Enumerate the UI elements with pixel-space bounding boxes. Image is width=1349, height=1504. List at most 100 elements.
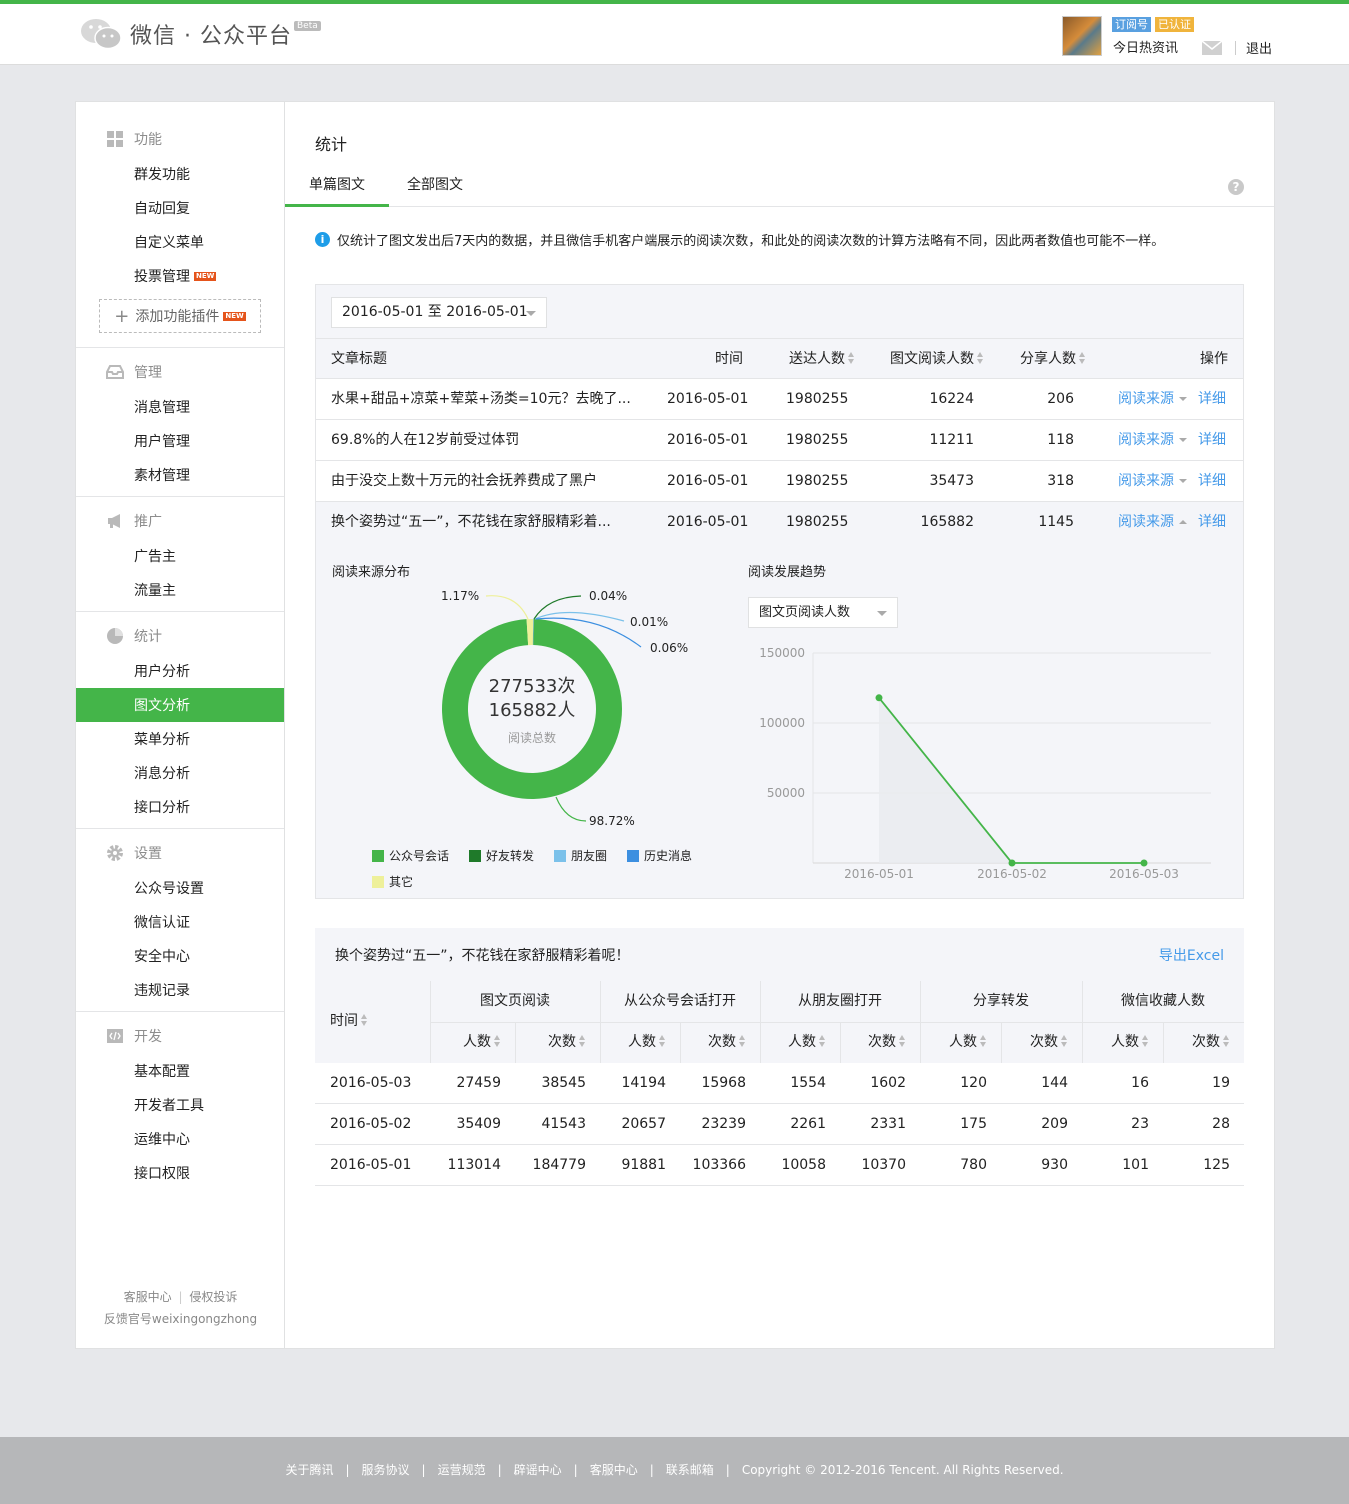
sidebar-item-vote[interactable]: 投票管理 NEW [76,259,284,293]
section-label: 开发 [134,1029,162,1045]
top-bar: 微信 · 公众平台 Beta 订阅号 已认证 今日热资讯 退出 [0,0,1349,65]
sort-icon [579,1035,586,1047]
sidebar-item-violations[interactable]: 违规记录 [76,973,284,1007]
data-point[interactable] [1140,859,1148,867]
delivered-count: 1980255 [786,473,849,489]
sidebar-item-mass-send[interactable]: 群发功能 [76,157,284,191]
header-label: 图文阅读人数 [890,351,974,367]
sidebar-section-title: 推广 [76,503,284,539]
legend-label: 好友转发 [486,849,535,863]
date-range-picker[interactable]: 2016-05-01 至 2016-05-01 [331,297,547,328]
sidebar-item-account-settings[interactable]: 公众号设置 [76,871,284,905]
sidebar-item-dev-tools[interactable]: 开发者工具 [76,1088,284,1122]
header-time[interactable]: 时间 [330,1001,368,1042]
sidebar-item-publisher[interactable]: 流量主 [76,573,284,607]
table-row: 69.8%的人在12岁前受过体罚 2016-05-01 1980255 11211 11… [316,419,1243,460]
legend-item: 好友转发 [469,847,534,864]
table-row: 2016-05-03 27459 38545 14194 15968 1554 1602 12… [315,1063,1244,1104]
sidebar-item-api-analysis[interactable]: 接口分析 [76,790,284,824]
sidebar-item-messages[interactable]: 消息管理 [76,390,284,424]
account-name[interactable]: 今日热资讯 [1113,37,1178,56]
sidebar-item-materials[interactable]: 素材管理 [76,458,284,492]
article-title: 由于没交上数十万元的社会抚养费成了黑户 [331,473,597,489]
table-cell: 120 [960,1075,987,1091]
tab-all-articles[interactable]: 全部图文 [389,166,481,207]
sort-icon [659,1035,666,1047]
footer-link[interactable]: 辟谣中心 [514,1463,562,1477]
sidebar-item-verification[interactable]: 微信认证 [76,905,284,939]
sub-header[interactable]: 次数 [1001,1022,1068,1063]
sub-header[interactable]: 人数 [430,1022,501,1063]
tab-single-article[interactable]: 单篇图文 [285,166,389,207]
complaint-link[interactable]: 侵权投诉 [189,1290,237,1304]
legend-label: 其它 [389,875,414,889]
header-shares[interactable]: 分享人数 [1020,339,1086,379]
header-label: 人数 [1111,1034,1139,1050]
footer-link[interactable]: 服务协议 [362,1463,410,1477]
sub-header[interactable]: 人数 [1082,1022,1149,1063]
section-label: 设置 [134,846,162,862]
data-point[interactable] [1008,859,1016,867]
mail-icon[interactable] [1202,41,1222,55]
article-date: 2016-05-01 [667,473,749,489]
gear-icon [107,845,123,861]
chevron-down-icon [877,611,887,616]
read-source-link[interactable]: 阅读来源 [1118,461,1187,501]
sidebar-item-message-analysis[interactable]: 消息分析 [76,756,284,790]
sidebar-item-users[interactable]: 用户管理 [76,424,284,458]
detail-link[interactable]: 详细 [1198,420,1226,460]
sub-header[interactable]: 次数 [680,1022,746,1063]
sub-header[interactable]: 人数 [760,1022,826,1063]
header-readers[interactable]: 图文阅读人数 [890,339,984,379]
beta-tag: Beta [293,21,321,31]
read-source-link[interactable]: 阅读来源 [1118,379,1187,419]
read-source-link[interactable]: 阅读来源 [1118,502,1187,542]
sidebar-footer: 客服中心 | 侵权投诉 反馈官号weixingongzhong [76,1286,285,1330]
table-cell: 19 [1212,1075,1230,1091]
export-excel-link[interactable]: 导出Excel [1159,945,1224,965]
sub-header[interactable]: 人数 [920,1022,987,1063]
source-donut-chart: 98.72% 0.04%0.01% 0.06% 1.17% 277533次 165882人… [441,589,688,828]
account-type-badge: 订阅号 [1112,17,1151,32]
footer-link[interactable]: 关于腾讯 [285,1463,333,1477]
sidebar-item-security[interactable]: 安全中心 [76,939,284,973]
sidebar-item-article-analysis[interactable]: 图文分析 [76,688,284,722]
table-cell: 16 [1131,1075,1149,1091]
logo[interactable]: 微信 · 公众平台 Beta [80,14,321,54]
footer-link[interactable]: 客服中心 [590,1463,638,1477]
article-date: 2016-05-01 [667,391,749,407]
header-delivered[interactable]: 送达人数 [789,339,855,379]
sidebar-item-user-analysis[interactable]: 用户分析 [76,654,284,688]
data-point[interactable] [875,694,883,702]
chevron-up-icon [1179,520,1187,524]
code-icon [107,1029,123,1043]
footer-link[interactable]: 运营规范 [438,1463,486,1477]
sidebar-item-menu-analysis[interactable]: 菜单分析 [76,722,284,756]
table-cell: 2261 [790,1116,826,1132]
detail-link[interactable]: 详细 [1198,379,1226,419]
sidebar-item-api-permissions[interactable]: 接口权限 [76,1156,284,1190]
main-content: 统计 单篇图文 全部图文 ? i 仅统计了图文发出后7天内的数据，并且微信手机客… [285,102,1274,1348]
trend-metric-select[interactable]: 图文页阅读人数 [748,597,898,628]
sidebar-item-custom-menu[interactable]: 自定义菜单 [76,225,284,259]
help-icon[interactable]: ? [1228,179,1244,195]
sidebar-item-basic-config[interactable]: 基本配置 [76,1054,284,1088]
detail-link[interactable]: 详细 [1198,461,1226,501]
sub-header[interactable]: 次数 [515,1022,586,1063]
add-plugin-button[interactable]: + 添加功能插件 NEW [99,299,261,333]
sub-header[interactable]: 次数 [840,1022,906,1063]
logout-link[interactable]: 退出 [1246,38,1272,57]
detail-link[interactable]: 详细 [1198,502,1226,542]
avatar[interactable] [1062,16,1102,56]
read-source-label: 阅读来源 [1118,473,1174,489]
sub-header[interactable]: 次数 [1163,1022,1230,1063]
sub-header[interactable]: 人数 [600,1022,666,1063]
support-link[interactable]: 客服中心 [124,1290,172,1304]
logo-text: 微信 · 公众平台 [130,24,292,49]
new-tag: NEW [223,311,246,321]
read-source-link[interactable]: 阅读来源 [1118,420,1187,460]
sidebar-item-auto-reply[interactable]: 自动回复 [76,191,284,225]
sidebar-item-advertiser[interactable]: 广告主 [76,539,284,573]
sidebar-item-ops-center[interactable]: 运维中心 [76,1122,284,1156]
footer-link[interactable]: 联系邮箱 [666,1463,714,1477]
